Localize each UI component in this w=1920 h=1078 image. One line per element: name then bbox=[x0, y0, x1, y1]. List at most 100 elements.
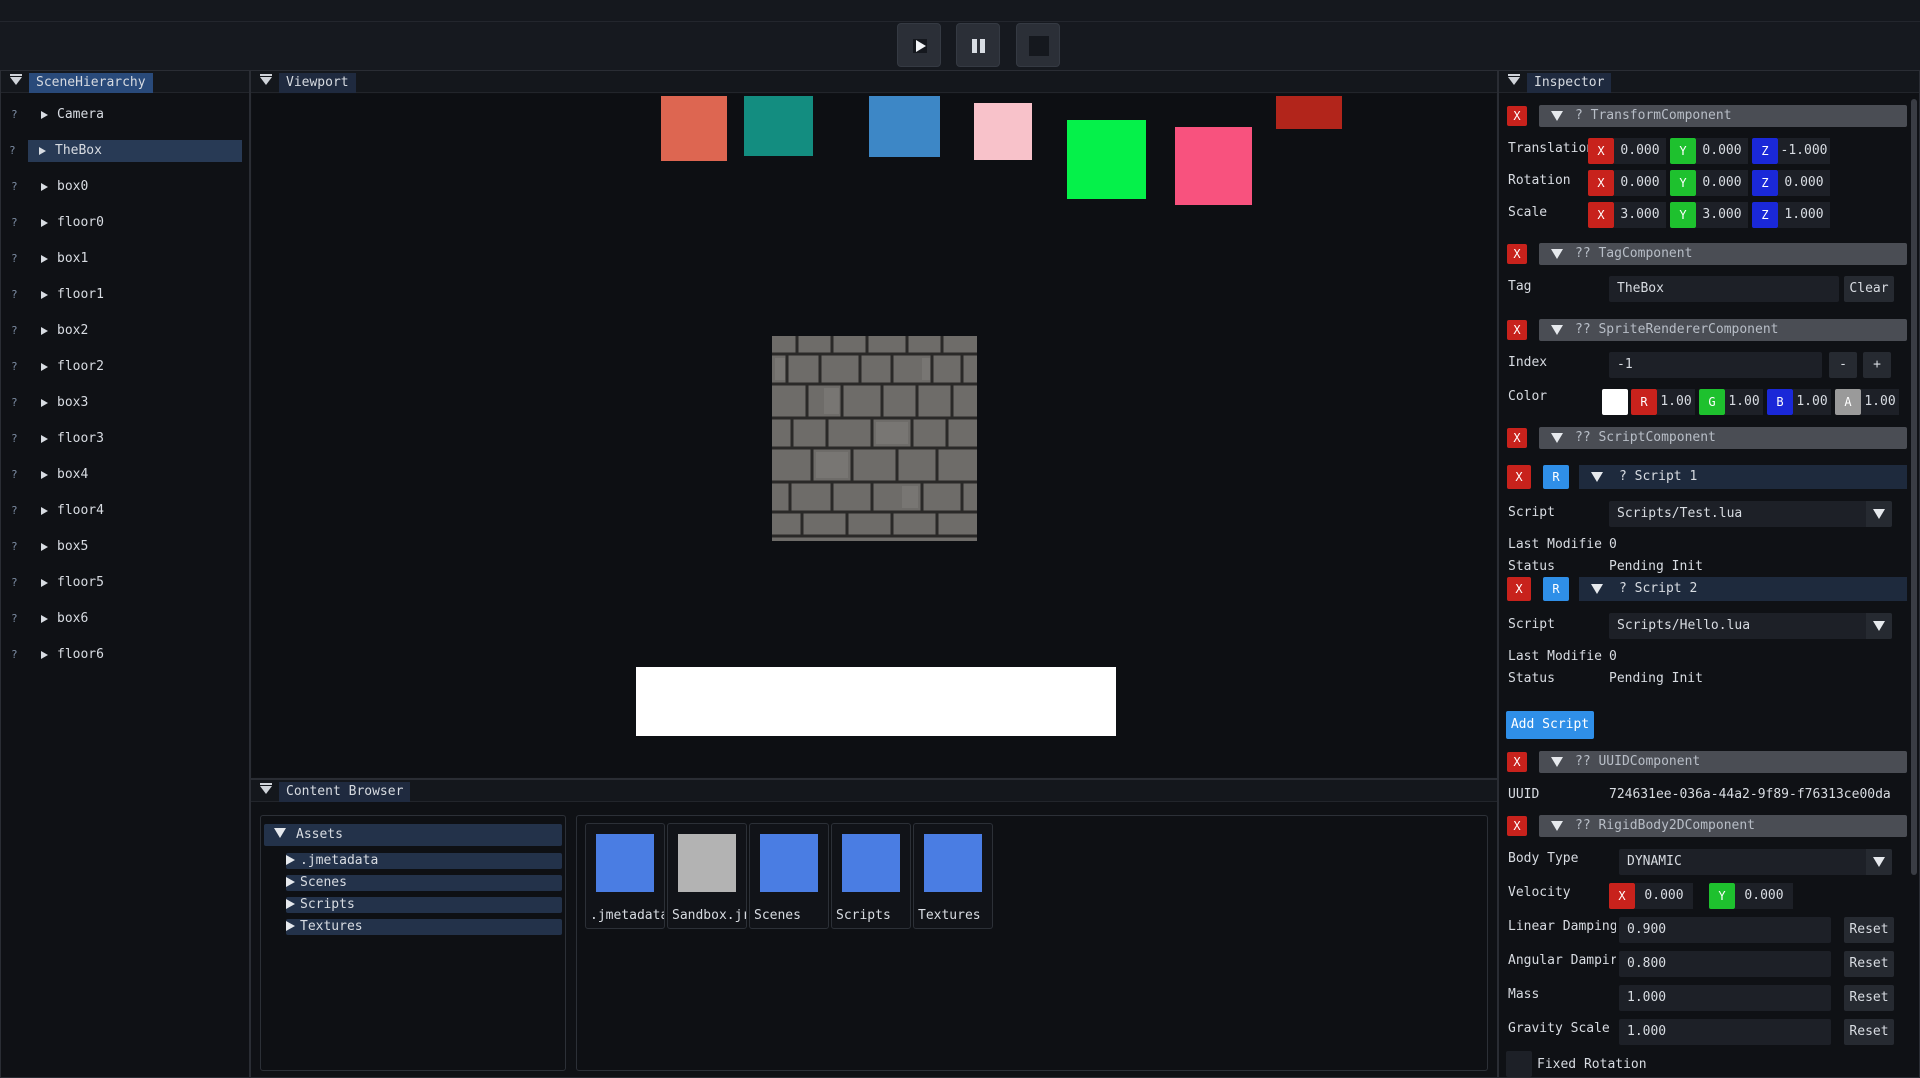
pause-button[interactable] bbox=[956, 23, 1000, 67]
linear-damping-reset-button[interactable]: Reset bbox=[1844, 917, 1894, 943]
translation-x-input[interactable]: 0.000 bbox=[1614, 138, 1666, 164]
script-2-path-select[interactable]: Scripts/Hello.lua bbox=[1609, 613, 1892, 639]
expand-arrow-icon[interactable] bbox=[41, 111, 48, 119]
expand-arrow-icon[interactable] bbox=[41, 363, 48, 371]
add-script-button[interactable]: Add Script bbox=[1506, 711, 1594, 739]
red-box-sprite[interactable] bbox=[661, 96, 727, 161]
color-b-input[interactable]: 1.00 bbox=[1793, 389, 1831, 415]
hierarchy-item-floor3[interactable]: ? floor3 bbox=[3, 428, 241, 450]
transform-header[interactable]: ? TransformComponent bbox=[1539, 105, 1907, 127]
translation-y-input[interactable]: 0.000 bbox=[1696, 138, 1748, 164]
color-a-input[interactable]: 1.00 bbox=[1861, 389, 1899, 415]
expand-arrow-icon[interactable] bbox=[39, 147, 46, 155]
remove-transform-button[interactable]: X bbox=[1507, 106, 1527, 126]
hierarchy-item-box6[interactable]: ? box6 bbox=[3, 608, 241, 630]
stone-wall-sprite[interactable] bbox=[772, 336, 977, 541]
asset-tile[interactable]: Sandbox.jreg bbox=[667, 823, 747, 929]
expand-arrow-icon[interactable] bbox=[41, 219, 48, 227]
expand-arrow-icon[interactable] bbox=[41, 291, 48, 299]
blue-box-sprite[interactable] bbox=[869, 96, 940, 157]
translation-z-input[interactable]: -1.000 bbox=[1778, 138, 1830, 164]
hierarchy-item-camera[interactable]: ? Camera bbox=[3, 104, 241, 126]
color-swatch[interactable] bbox=[1602, 389, 1628, 415]
asset-tile[interactable]: Scenes bbox=[749, 823, 829, 929]
hierarchy-item-box2[interactable]: ? box2 bbox=[3, 320, 241, 342]
remove-rigidbody-button[interactable]: X bbox=[1507, 816, 1527, 836]
hierarchy-item-floor4[interactable]: ? floor4 bbox=[3, 500, 241, 522]
hierarchy-item-box3[interactable]: ? box3 bbox=[3, 392, 241, 414]
pink-box-sprite[interactable] bbox=[974, 103, 1032, 160]
remove-script-2-button[interactable]: X bbox=[1507, 577, 1531, 601]
rigidbody-header[interactable]: ?? RigidBody2DComponent bbox=[1539, 815, 1907, 837]
remove-tag-button[interactable]: X bbox=[1507, 244, 1527, 264]
gravity-scale-input[interactable]: 1.000 bbox=[1619, 1019, 1831, 1045]
mass-input[interactable]: 1.000 bbox=[1619, 985, 1831, 1011]
floor-sprite[interactable] bbox=[636, 667, 1116, 736]
tree-item-scenes[interactable]: Scenes bbox=[286, 875, 562, 891]
green-box-sprite[interactable] bbox=[1067, 120, 1146, 199]
teal-box-sprite[interactable] bbox=[744, 96, 813, 156]
tag-header[interactable]: ?? TagComponent bbox=[1539, 243, 1907, 265]
collapse-icon[interactable] bbox=[260, 74, 272, 85]
reload-script-1-button[interactable]: R bbox=[1543, 465, 1569, 489]
script-2-header[interactable]: ? Script 2 bbox=[1579, 577, 1907, 601]
tree-item-textures[interactable]: Textures bbox=[286, 919, 562, 935]
magenta-box-sprite[interactable] bbox=[1175, 127, 1252, 205]
hierarchy-item-thebox[interactable]: ? TheBox bbox=[9, 140, 242, 162]
rotation-x-input[interactable]: 0.000 bbox=[1614, 170, 1666, 196]
expand-arrow-icon[interactable] bbox=[41, 327, 48, 335]
scale-z-reset-button[interactable]: Z bbox=[1752, 202, 1778, 228]
index-increment-button[interactable]: + bbox=[1863, 352, 1891, 378]
angular-damping-reset-button[interactable]: Reset bbox=[1844, 951, 1894, 977]
uuid-header[interactable]: ?? UUIDComponent bbox=[1539, 751, 1907, 773]
index-decrement-button[interactable]: - bbox=[1829, 352, 1857, 378]
hierarchy-item-floor2[interactable]: ? floor2 bbox=[3, 356, 241, 378]
remove-script-component-button[interactable]: X bbox=[1507, 428, 1527, 448]
rotation-y-input[interactable]: 0.000 bbox=[1696, 170, 1748, 196]
script-1-path-select[interactable]: Scripts/Test.lua bbox=[1609, 501, 1892, 527]
velocity-y-input[interactable]: 0.000 bbox=[1735, 883, 1793, 909]
expand-arrow-icon[interactable] bbox=[41, 435, 48, 443]
tab-scene-hierarchy[interactable]: SceneHierarchy bbox=[29, 73, 153, 93]
expand-arrow-icon[interactable] bbox=[41, 651, 48, 659]
tab-content-browser[interactable]: Content Browser bbox=[279, 782, 411, 802]
translation-y-reset-button[interactable]: Y bbox=[1670, 138, 1696, 164]
scale-y-input[interactable]: 3.000 bbox=[1696, 202, 1748, 228]
index-input[interactable]: -1 bbox=[1609, 352, 1822, 378]
hierarchy-item-box5[interactable]: ? box5 bbox=[3, 536, 241, 558]
mass-reset-button[interactable]: Reset bbox=[1844, 985, 1894, 1011]
collapse-icon[interactable] bbox=[1508, 74, 1520, 85]
rotation-x-reset-button[interactable]: X bbox=[1588, 170, 1614, 196]
collapse-icon[interactable] bbox=[10, 74, 22, 85]
expand-arrow-icon[interactable] bbox=[41, 399, 48, 407]
clear-tag-button[interactable]: Clear bbox=[1844, 276, 1894, 302]
asset-tile[interactable]: .jmetadata bbox=[585, 823, 665, 929]
expand-arrow-icon[interactable] bbox=[41, 255, 48, 263]
rotation-z-reset-button[interactable]: Z bbox=[1752, 170, 1778, 196]
scale-z-input[interactable]: 1.000 bbox=[1778, 202, 1830, 228]
expand-arrow-icon[interactable] bbox=[41, 543, 48, 551]
color-g-input[interactable]: 1.00 bbox=[1725, 389, 1763, 415]
scrollbar[interactable] bbox=[1911, 99, 1917, 875]
dark-red-box-sprite[interactable] bbox=[1276, 96, 1342, 129]
remove-script-1-button[interactable]: X bbox=[1507, 465, 1531, 489]
scale-x-reset-button[interactable]: X bbox=[1588, 202, 1614, 228]
translation-z-reset-button[interactable]: Z bbox=[1752, 138, 1778, 164]
scale-y-reset-button[interactable]: Y bbox=[1670, 202, 1696, 228]
hierarchy-item-floor0[interactable]: ? floor0 bbox=[3, 212, 241, 234]
tree-root-assets[interactable]: Assets bbox=[264, 824, 562, 846]
remove-sprite-button[interactable]: X bbox=[1507, 320, 1527, 340]
angular-damping-input[interactable]: 0.800 bbox=[1619, 951, 1831, 977]
tab-viewport[interactable]: Viewport bbox=[279, 73, 356, 93]
asset-tile[interactable]: Textures bbox=[913, 823, 993, 929]
reload-script-2-button[interactable]: R bbox=[1543, 577, 1569, 601]
expand-arrow-icon[interactable] bbox=[41, 471, 48, 479]
gravity-scale-reset-button[interactable]: Reset bbox=[1844, 1019, 1894, 1045]
hierarchy-item-box1[interactable]: ? box1 bbox=[3, 248, 241, 270]
color-r-input[interactable]: 1.00 bbox=[1657, 389, 1695, 415]
sprite-header[interactable]: ?? SpriteRendererComponent bbox=[1539, 319, 1907, 341]
velocity-x-input[interactable]: 0.000 bbox=[1635, 883, 1693, 909]
scale-x-input[interactable]: 3.000 bbox=[1614, 202, 1666, 228]
hierarchy-item-box0[interactable]: ? box0 bbox=[3, 176, 241, 198]
collapse-icon[interactable] bbox=[260, 783, 272, 794]
